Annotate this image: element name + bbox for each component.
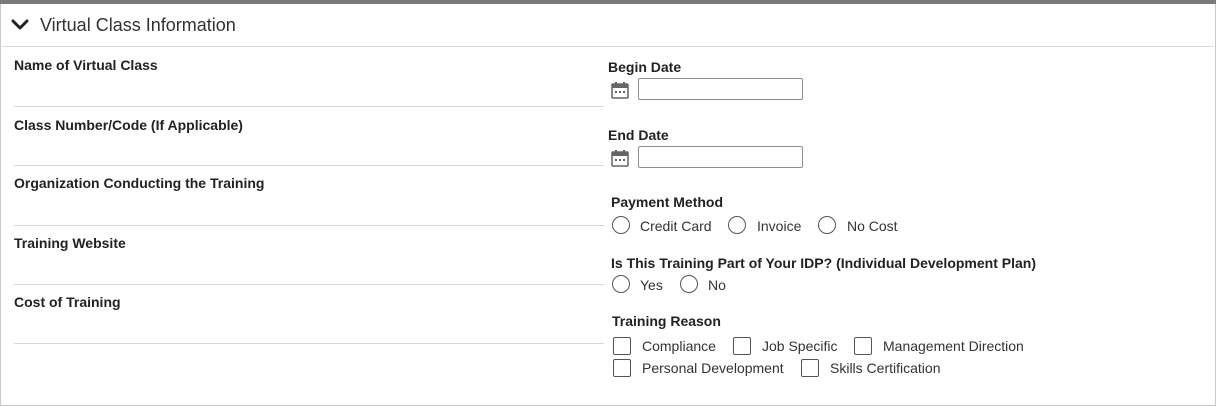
- end-date-input[interactable]: [638, 146, 803, 168]
- begin-date-label: Begin Date: [608, 59, 682, 75]
- end-date-label: End Date: [608, 127, 669, 143]
- section-title: Virtual Class Information: [40, 15, 236, 35]
- row-divider: [14, 165, 604, 166]
- field-label-class-name: Name of Virtual Class: [14, 57, 158, 73]
- begin-date-input[interactable]: [638, 78, 803, 100]
- checkbox-compliance[interactable]: [613, 337, 631, 355]
- radio-label-invoice: Invoice: [757, 218, 802, 234]
- radio-label-credit-card: Credit Card: [640, 218, 712, 234]
- row-divider: [14, 343, 604, 344]
- radio-credit-card[interactable]: [612, 216, 630, 234]
- idp-label: Is This Training Part of Your IDP? (Indi…: [611, 255, 1036, 271]
- checkbox-job-specific[interactable]: [733, 337, 751, 355]
- checkbox-label-personal-development: Personal Development: [642, 360, 784, 376]
- radio-label-no-cost: No Cost: [847, 218, 898, 234]
- radio-label-no: No: [708, 277, 726, 293]
- calendar-icon[interactable]: [611, 149, 629, 167]
- radio-label-yes: Yes: [640, 277, 663, 293]
- field-label-class-number: Class Number/Code (If Applicable): [14, 117, 243, 133]
- radio-idp-yes[interactable]: [612, 275, 630, 293]
- section-header[interactable]: Virtual Class Information: [0, 4, 1214, 47]
- row-divider: [14, 225, 604, 226]
- calendar-icon[interactable]: [611, 81, 629, 99]
- checkbox-personal-development[interactable]: [613, 359, 631, 377]
- checkbox-management-direction[interactable]: [854, 337, 872, 355]
- field-label-organization: Organization Conducting the Training: [14, 175, 265, 191]
- training-reason-label: Training Reason: [612, 313, 721, 329]
- radio-idp-no[interactable]: [680, 275, 698, 293]
- checkbox-label-management-direction: Management Direction: [883, 338, 1024, 354]
- radio-invoice[interactable]: [728, 216, 746, 234]
- chevron-down-icon[interactable]: [10, 17, 30, 33]
- checkbox-skills-certification[interactable]: [801, 359, 819, 377]
- checkbox-label-job-specific: Job Specific: [762, 338, 838, 354]
- checkbox-label-skills-certification: Skills Certification: [830, 360, 941, 376]
- field-label-training-website: Training Website: [14, 235, 126, 251]
- payment-method-label: Payment Method: [611, 194, 724, 210]
- row-divider: [14, 284, 604, 285]
- row-divider: [14, 106, 604, 107]
- radio-no-cost[interactable]: [818, 216, 836, 234]
- field-label-cost: Cost of Training: [14, 294, 121, 310]
- checkbox-label-compliance: Compliance: [642, 338, 716, 354]
